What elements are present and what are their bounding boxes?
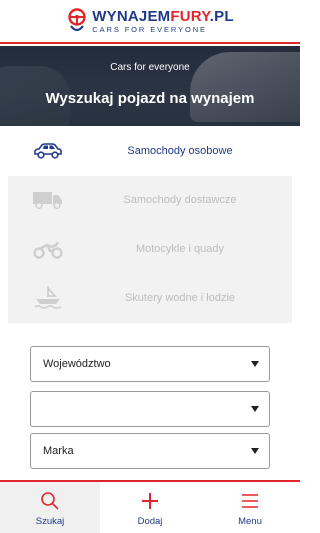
- nav-label: Szukaj: [35, 516, 65, 527]
- category-vans[interactable]: Samochody dostawcze: [8, 175, 292, 225]
- bottom-navigation: Szukaj Dodaj Menu: [0, 480, 300, 533]
- vehicle-category-list: Samochody osobowe Samochody dostawcze Mo…: [8, 126, 292, 323]
- city-select[interactable]: [30, 391, 270, 427]
- hero-subtitle: Cars for everyone: [110, 62, 190, 73]
- menu-icon: [238, 490, 262, 512]
- car-icon: [32, 137, 64, 165]
- hero-banner: Cars for everyone Wyszukaj pojazd na wyn…: [0, 46, 300, 126]
- logo-tagline: CARS FOR EVERYONE: [92, 24, 207, 34]
- nav-label: Menu: [238, 516, 262, 527]
- site-logo[interactable]: WYNAJEMFURY.PL CARS FOR EVERYONE: [66, 7, 234, 34]
- nav-label: Dodaj: [137, 516, 163, 527]
- hero-title: Wyszukaj pojazd na wynajem: [45, 90, 255, 107]
- logo-steering-wheel-icon: [66, 8, 88, 34]
- app-header: WYNAJEMFURY.PL CARS FOR EVERYONE: [0, 0, 300, 44]
- category-motorcycles[interactable]: Motocykle i quady: [8, 224, 292, 274]
- chevron-down-icon: [251, 406, 259, 412]
- logo-title: WYNAJEMFURY.PL: [92, 7, 234, 25]
- voivodeship-select[interactable]: Województwo: [30, 346, 270, 382]
- category-label: Samochody osobowe: [127, 145, 233, 157]
- category-label: Skutery wodne i łodzie: [124, 292, 236, 304]
- search-icon: [38, 490, 62, 512]
- category-label: Motocykle i quady: [135, 243, 225, 255]
- chevron-down-icon: [251, 361, 259, 367]
- category-boats[interactable]: Skutery wodne i łodzie: [8, 273, 292, 323]
- nav-menu[interactable]: Menu: [200, 482, 300, 533]
- plus-icon: [138, 490, 162, 512]
- van-icon: [32, 186, 64, 214]
- boat-icon: [32, 284, 64, 312]
- select-value: Województwo: [43, 358, 111, 370]
- category-label: Samochody dostawcze: [123, 194, 237, 206]
- nav-add[interactable]: Dodaj: [100, 482, 200, 533]
- chevron-down-icon: [251, 448, 259, 454]
- brand-select[interactable]: Marka: [30, 433, 270, 469]
- motorcycle-icon: [32, 235, 64, 263]
- nav-search[interactable]: Szukaj: [0, 482, 100, 533]
- select-value: Marka: [43, 445, 74, 457]
- category-passenger-cars[interactable]: Samochody osobowe: [8, 126, 292, 176]
